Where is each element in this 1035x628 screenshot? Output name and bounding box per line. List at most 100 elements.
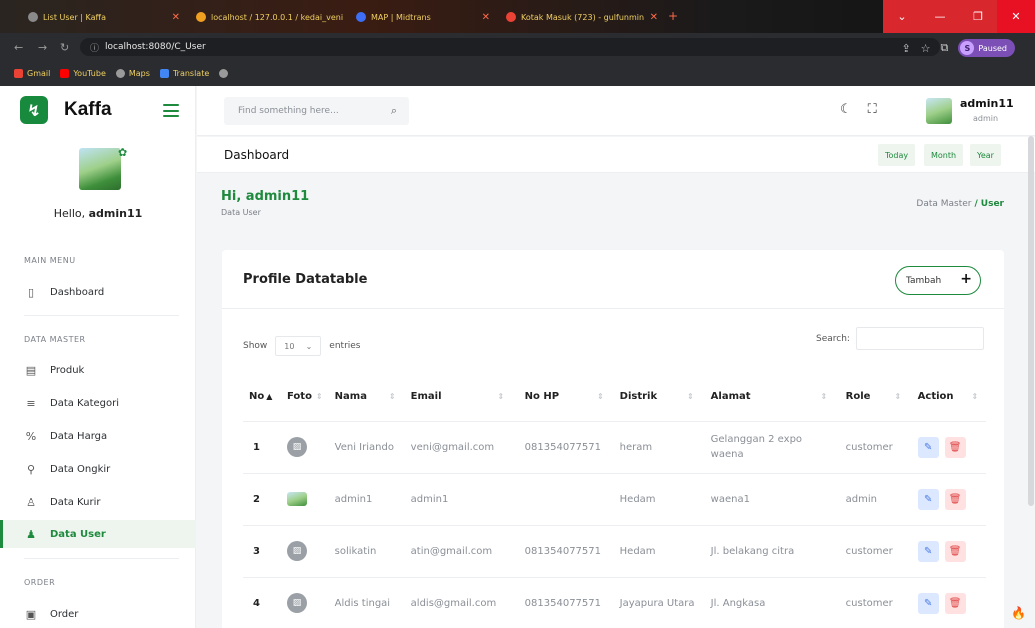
dark-mode-icon[interactable]: ☾ — [840, 102, 852, 117]
star-icon[interactable]: ☆ — [921, 42, 931, 55]
add-button-label: Tambah — [906, 275, 942, 286]
cell-nama: solikatin — [328, 525, 405, 578]
browser-tab-midtrans[interactable]: MAP | Midtrans ✕ — [348, 6, 498, 28]
maximize-icon[interactable]: ❐ — [959, 0, 997, 33]
cell-action: ✎ 🗑 — [911, 577, 986, 628]
forward-icon[interactable]: → — [38, 41, 47, 54]
period-today-button[interactable]: Today — [878, 144, 916, 166]
bookmark-maps[interactable]: Maps — [115, 69, 150, 78]
sort-icon: ⇕ — [388, 391, 396, 401]
bookmark-youtube[interactable]: YouTube — [60, 69, 106, 78]
column-header-distrik[interactable]: Distrik ⇕ — [613, 372, 705, 422]
sort-icon: ⇕ — [315, 391, 323, 401]
close-icon[interactable]: ✕ — [172, 12, 180, 23]
chevron-down-icon[interactable]: ⌄ — [883, 0, 921, 33]
search-input[interactable]: Find something here... ⌕ — [224, 97, 409, 125]
period-year-button[interactable]: Year — [970, 144, 1001, 166]
sidebar-item-produk[interactable]: ▤ Produk — [0, 356, 196, 384]
period-month-button[interactable]: Month — [924, 144, 964, 166]
bookmark-globe[interactable] — [219, 69, 229, 78]
flame-icon[interactable]: 🔥 — [1011, 606, 1031, 626]
page-subtitle: Data User — [221, 208, 261, 217]
bookmark-gmail[interactable]: Gmail — [14, 69, 50, 78]
sidebar-item-data-kategori[interactable]: ≡ Data Kategori — [0, 389, 196, 417]
url-field[interactable]: ⓘ localhost:8080/C_User — [80, 38, 940, 56]
scrollbar[interactable] — [1028, 136, 1034, 506]
delete-button[interactable]: 🗑 — [944, 592, 966, 614]
share-icon[interactable]: ⇪ — [901, 42, 910, 55]
bookmarks-bar: Gmail YouTube Maps Translate — [0, 61, 1035, 86]
brand[interactable]: ↯ Kaffa — [20, 96, 112, 124]
cell-email: admin1 — [404, 473, 519, 526]
column-header-action[interactable]: Action ⇕ — [911, 372, 986, 422]
cell-distrik: Hedam — [613, 473, 705, 526]
users-table: No ▲ Foto ⇕ Nama ⇕ Email ⇕ No HP ⇕ Distrik ⇕ A… — [243, 372, 986, 628]
bookmark-label: YouTube — [73, 69, 106, 78]
edit-button[interactable]: ✎ — [917, 488, 939, 510]
sidebar-item-data-kurir[interactable]: ♙ Data Kurir — [0, 488, 196, 516]
close-icon[interactable]: ✕ — [650, 12, 658, 23]
profile-button[interactable]: S Paused — [958, 39, 1015, 57]
column-header-nama[interactable]: Nama ⇕ — [328, 372, 405, 422]
sort-icon: ⇕ — [687, 391, 694, 401]
entries-label: entries — [329, 341, 361, 351]
list-icon: ≡ — [26, 396, 36, 410]
column-header-foto[interactable]: Foto ⇕ — [281, 372, 329, 422]
browser-tab-gmail[interactable]: Kotak Masuk (723) - gulfunmin ✕ — [498, 6, 666, 28]
column-header-no-hp[interactable]: No HP ⇕ — [518, 372, 614, 422]
sidebar-item-dashboard[interactable]: ▯ Dashboard — [0, 278, 196, 306]
bookmark-translate[interactable]: Translate — [159, 69, 209, 78]
back-icon[interactable]: ← — [14, 41, 23, 54]
divider — [222, 308, 1004, 309]
column-header-no[interactable]: No ▲ — [243, 372, 281, 422]
new-tab-icon[interactable]: + — [668, 9, 678, 23]
column-header-role[interactable]: Role ⇕ — [839, 372, 912, 422]
edit-button[interactable]: ✎ — [917, 540, 939, 562]
sidebar-item-data-ongkir[interactable]: ⚲ Data Ongkir — [0, 455, 196, 483]
sidebar-item-label: Dashboard — [50, 286, 105, 298]
user-name[interactable]: admin11 — [960, 97, 1014, 110]
tab-favicon-icon — [506, 12, 516, 22]
sidebar: ↯ Kaffa ✿ Hello, admin11 MAIN MENU ▯ Das… — [0, 86, 196, 628]
section-data-master: DATA MASTER — [24, 335, 86, 344]
site-info-icon[interactable]: ⓘ — [90, 41, 99, 54]
edit-button[interactable]: ✎ — [917, 592, 939, 614]
sidebar-item-order[interactable]: ▣ Order — [0, 600, 196, 628]
column-header-alamat[interactable]: Alamat ⇕ — [704, 372, 840, 422]
sidebar-item-data-user[interactable]: ♟ Data User — [0, 520, 196, 548]
column-header-email[interactable]: Email ⇕ — [404, 372, 519, 422]
extension-icon[interactable]: ⧉ — [941, 41, 949, 55]
delete-button[interactable]: 🗑 — [944, 540, 966, 562]
fullscreen-icon[interactable]: ⛶ — [868, 102, 877, 117]
add-user-button[interactable]: Tambah + — [895, 266, 981, 295]
avatar[interactable] — [926, 98, 952, 124]
gear-icon[interactable]: ✿ — [118, 146, 127, 159]
table-row: 4 ▨ Aldis tingai aldis@gmail.com 0813540… — [243, 577, 986, 628]
cell-foto: ▨ — [281, 577, 329, 628]
sort-icon: ⇕ — [971, 391, 979, 401]
close-icon[interactable]: ✕ — [482, 12, 490, 23]
menu-toggle-icon[interactable] — [163, 104, 179, 117]
edit-button[interactable]: ✎ — [917, 436, 939, 458]
breadcrumb-parent[interactable]: Data Master — [916, 199, 971, 209]
reload-icon[interactable]: ↻ — [60, 41, 69, 54]
delete-button[interactable]: 🗑 — [944, 488, 966, 510]
tab-favicon-icon — [356, 12, 366, 22]
delete-button[interactable]: 🗑 — [944, 436, 966, 458]
minimize-icon[interactable]: — — [921, 0, 959, 33]
browser-tab-phpmyadmin[interactable]: localhost / 127.0.0.1 / kedai_veni ✕ — [188, 6, 348, 28]
logo-icon: ↯ — [20, 96, 48, 124]
user-photo — [287, 492, 307, 506]
search-icon[interactable]: ⌕ — [391, 104, 397, 118]
search-placeholder: Find something here... — [238, 106, 339, 116]
youtube-icon — [60, 69, 70, 78]
cell-no: 3 — [243, 525, 281, 578]
cell-role: admin — [839, 473, 912, 526]
entries-select[interactable]: 10 ⌄ — [275, 336, 322, 356]
sidebar-item-data-harga[interactable]: % Data Harga — [0, 422, 196, 450]
close-window-icon[interactable]: ✕ — [997, 0, 1035, 33]
gmail-icon — [14, 69, 23, 78]
page-title: Dashboard — [224, 148, 290, 162]
browser-tab-list-user[interactable]: List User | Kaffa ✕ — [20, 6, 188, 28]
table-search-input[interactable] — [856, 327, 984, 350]
